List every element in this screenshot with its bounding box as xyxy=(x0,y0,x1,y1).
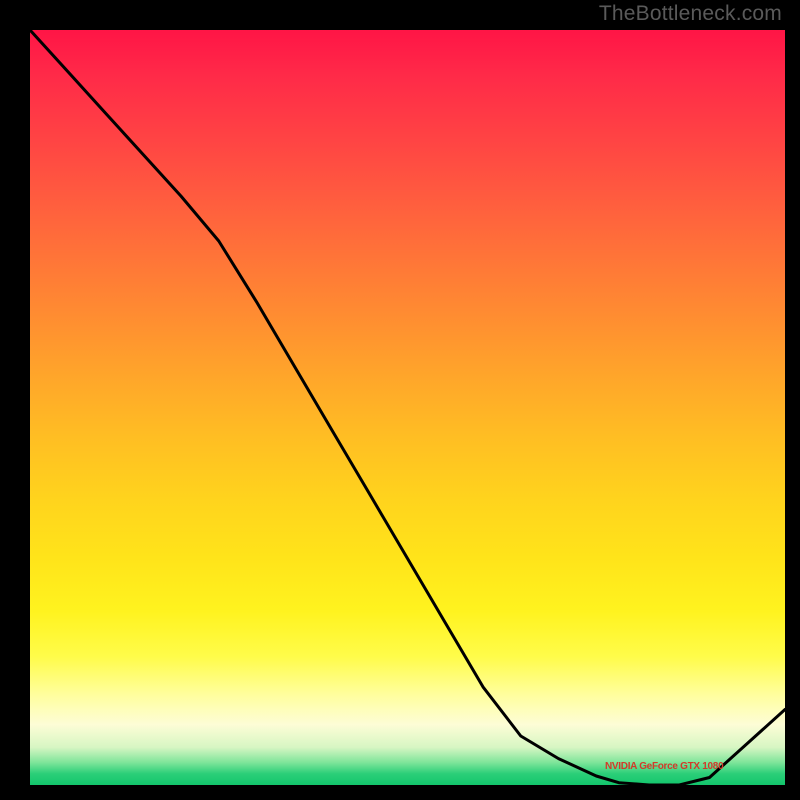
gpu-label: NVIDIA GeForce GTX 1080 xyxy=(605,761,723,772)
chart-frame: TheBottleneck.com NVIDIA GeForce GTX 108… xyxy=(0,0,800,800)
watermark-text: TheBottleneck.com xyxy=(599,2,782,26)
bottleneck-curve xyxy=(30,30,785,785)
plot-area: NVIDIA GeForce GTX 1080 xyxy=(30,30,785,785)
